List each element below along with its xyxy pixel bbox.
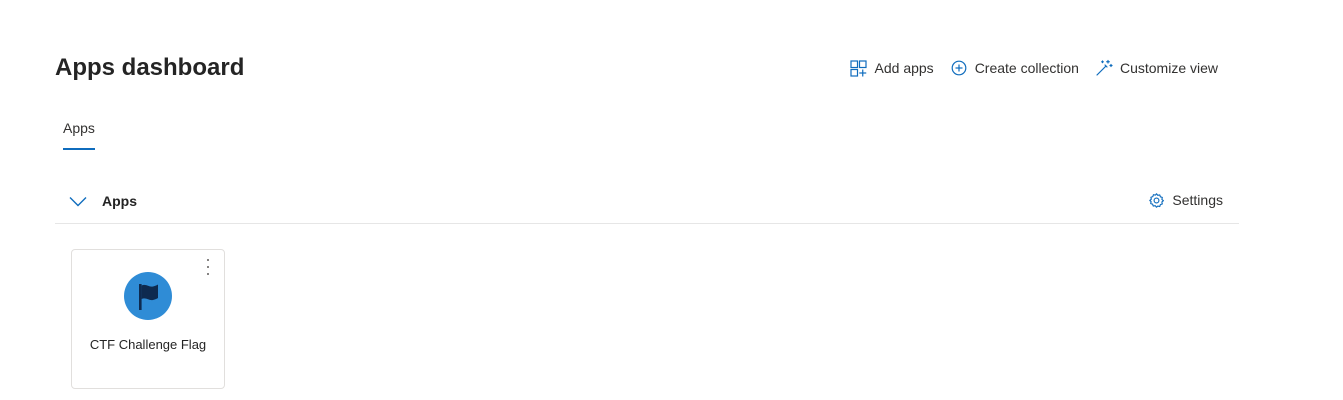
more-vertical-icon[interactable] xyxy=(201,258,215,276)
apps-section-header: Apps Settings xyxy=(55,185,1239,224)
tab-list: Apps xyxy=(63,120,95,150)
create-collection-button[interactable]: Create collection xyxy=(950,59,1079,77)
page-title: Apps dashboard xyxy=(55,54,245,81)
customize-view-button[interactable]: Customize view xyxy=(1095,59,1218,77)
command-bar: Add apps Create collection Customize vie… xyxy=(850,58,1218,78)
magic-wand-icon xyxy=(1095,59,1113,77)
section-title: Apps xyxy=(102,193,137,209)
app-tile[interactable]: CTF Challenge Flag xyxy=(71,249,225,389)
gear-icon xyxy=(1147,191,1165,209)
create-collection-label: Create collection xyxy=(974,60,1079,76)
section-collapse-toggle[interactable]: Apps xyxy=(69,193,137,209)
add-apps-label: Add apps xyxy=(874,60,934,76)
add-apps-grid-icon xyxy=(850,59,868,77)
tab-apps[interactable]: Apps xyxy=(63,120,95,150)
flag-icon xyxy=(124,272,172,320)
plus-circle-icon xyxy=(950,59,968,77)
section-settings-button[interactable]: Settings xyxy=(1147,191,1223,209)
settings-label: Settings xyxy=(1172,192,1223,208)
customize-view-label: Customize view xyxy=(1119,60,1218,76)
add-apps-button[interactable]: Add apps xyxy=(850,59,934,77)
app-tile-label: CTF Challenge Flag xyxy=(89,337,207,352)
chevron-down-icon xyxy=(69,194,87,208)
